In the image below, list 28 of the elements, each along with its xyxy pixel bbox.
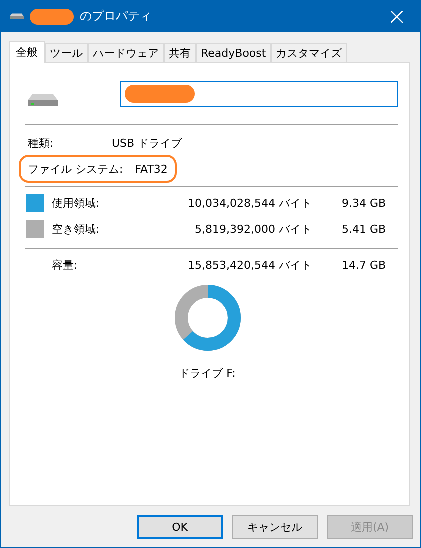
- size-value: 5.41 GB: [342, 222, 386, 236]
- byte-count: 5,819,392,000 バイト: [194, 222, 312, 236]
- drive-icon: [10, 13, 24, 20]
- window-title: のプロパティ: [80, 8, 152, 25]
- usage-donut-chart: [174, 284, 242, 352]
- size-value: 9.34 GB: [342, 196, 386, 210]
- info-value: FAT32: [135, 162, 168, 176]
- space-label: 使用領域:: [52, 196, 101, 210]
- info-value: USB ドライブ: [112, 136, 182, 150]
- capacity-label: 容量:: [52, 258, 79, 272]
- name-field[interactable]: [120, 80, 398, 106]
- info-label: 種類:: [28, 136, 55, 150]
- size-value: 14.7 GB: [342, 258, 386, 272]
- byte-count: 10,034,028,544 バイト: [187, 196, 312, 210]
- tab[interactable]: ReadyBoost: [196, 43, 272, 62]
- byte-count: 15,853,420,544 バイト: [187, 258, 312, 272]
- tab[interactable]: 共有: [164, 43, 196, 62]
- drive-icon: [28, 93, 58, 108]
- dialog-button[interactable]: キャンセル: [232, 515, 318, 539]
- space-label: 空き領域:: [52, 222, 101, 236]
- tab[interactable]: ハードウェア: [88, 43, 164, 62]
- tab[interactable]: 全般: [9, 41, 45, 63]
- info-label: ファイル システム:: [28, 162, 124, 176]
- dialog-button[interactable]: OK: [137, 515, 223, 539]
- tab[interactable]: ツール: [45, 43, 88, 62]
- tab[interactable]: カスタマイズ: [271, 43, 348, 62]
- close-icon: [391, 10, 403, 22]
- drive-label: ドライブ F:: [179, 366, 236, 381]
